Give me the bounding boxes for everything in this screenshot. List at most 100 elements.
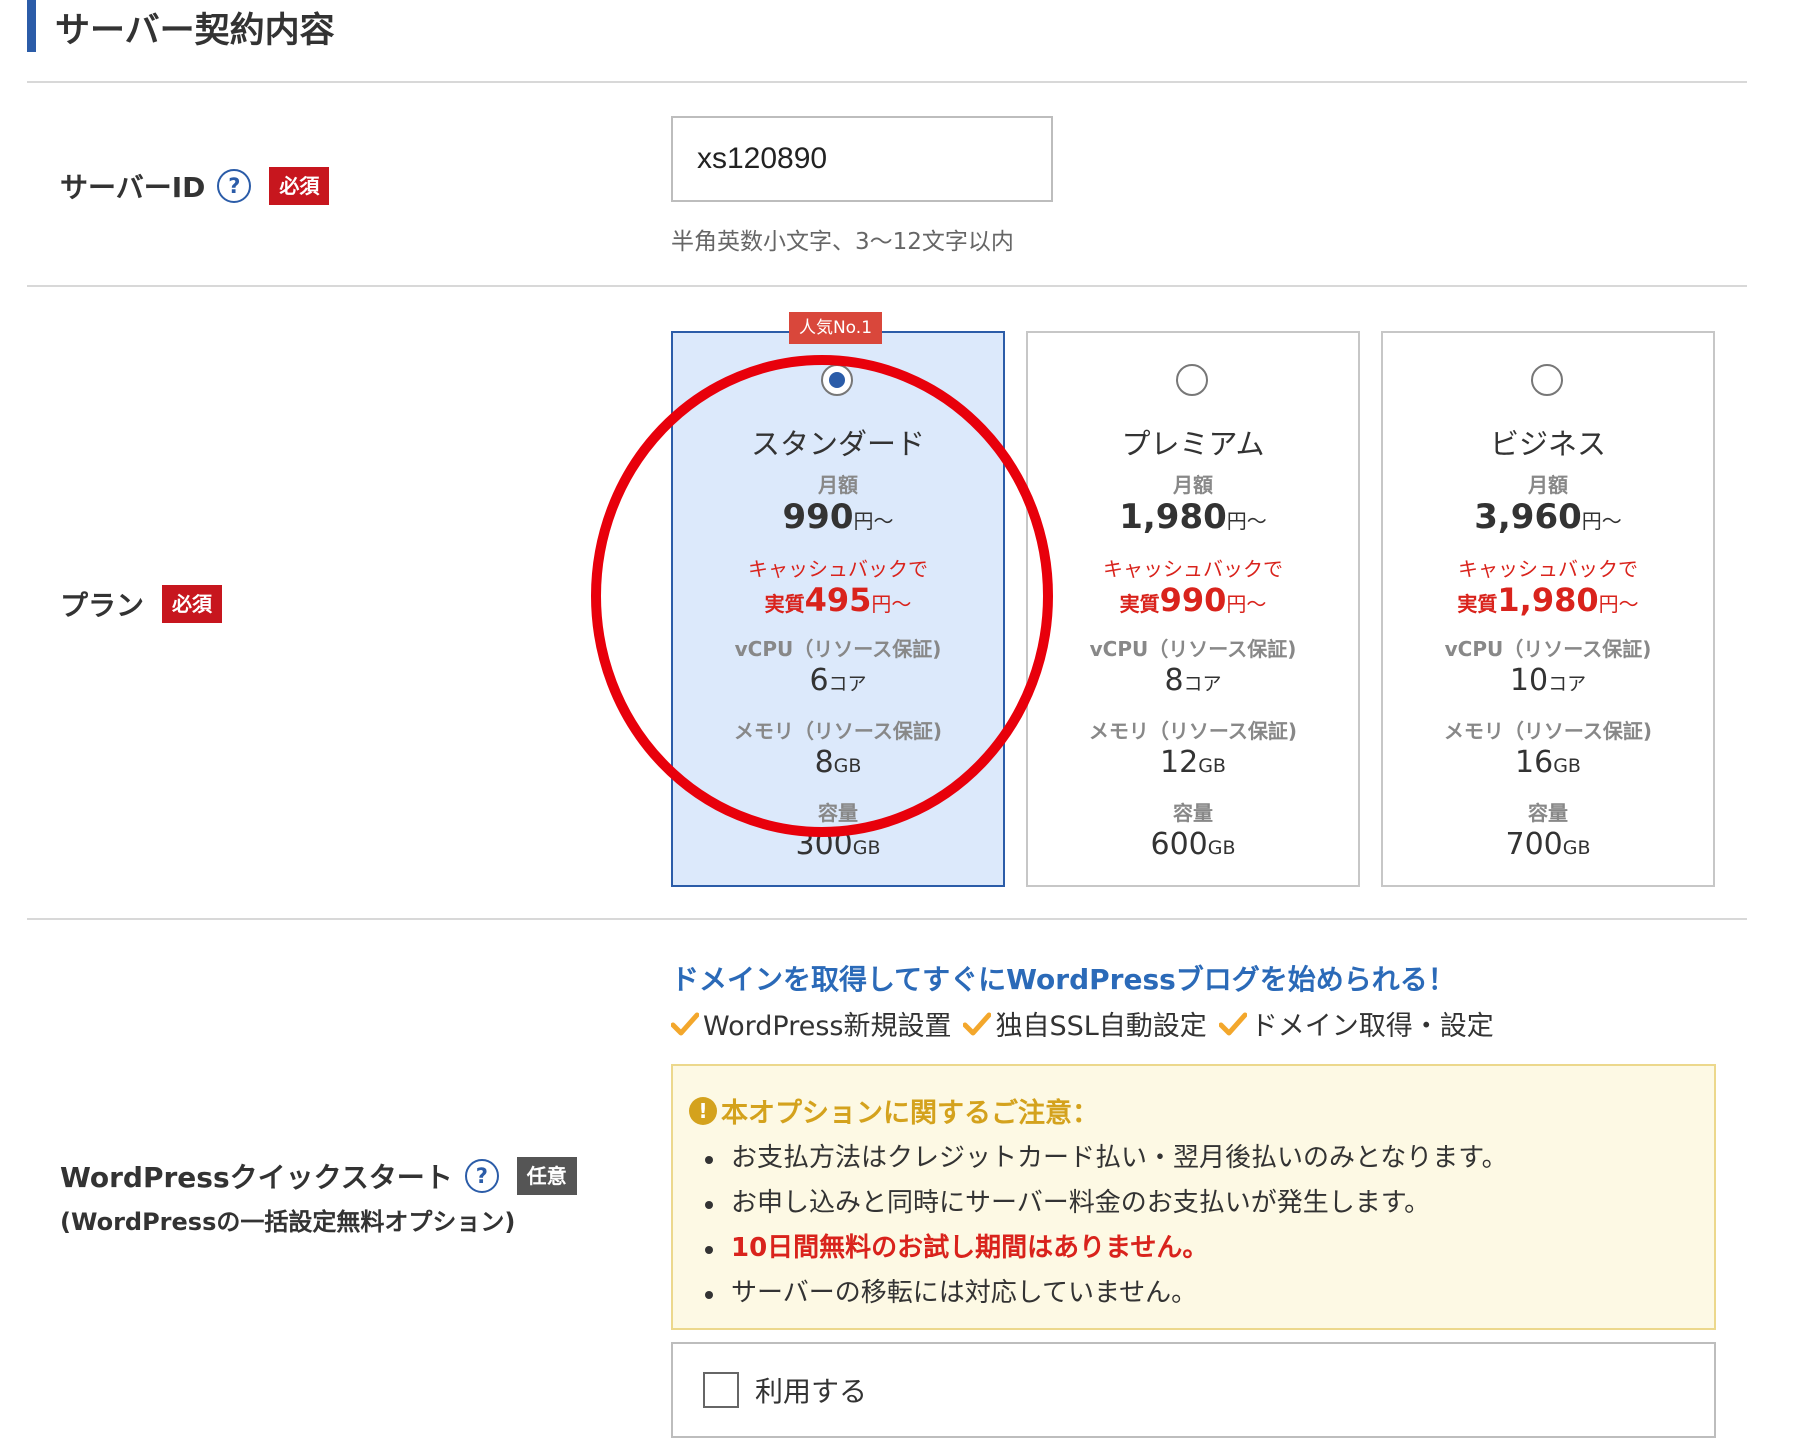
optional-badge: 任意 <box>516 1157 577 1195</box>
memory-number: 16 <box>1515 745 1554 780</box>
plan-name: プレミアム <box>1121 427 1265 461</box>
price-unit: 円〜 <box>1581 509 1622 533</box>
storage-number: 700 <box>1505 827 1563 862</box>
plan-card-premium[interactable]: プレミアム 月額 1,980円〜 キャッシュバックで 実質990円〜 vCPU（… <box>1026 331 1360 887</box>
vcpu-number: 10 <box>1509 663 1549 698</box>
feature-label: ドメイン取得・設定 <box>1250 1011 1494 1042</box>
price: 3,960円〜 <box>1383 497 1713 537</box>
plan-card-standard[interactable]: スタンダード 月額 990円〜 キャッシュバックで 実質495円〜 vCPU（リ… <box>671 331 1005 887</box>
storage-unit: GB <box>852 837 881 859</box>
divider <box>27 81 1747 83</box>
net-price-value: 495 <box>804 581 872 619</box>
memory-label: メモリ（リソース保証) <box>1088 719 1298 743</box>
plan-label-group: プラン 必須 <box>60 584 223 624</box>
section-header: サーバー契約内容 <box>27 0 1747 52</box>
memory-number: 8 <box>814 745 834 780</box>
section-accent-bar <box>27 0 36 52</box>
vcpu-number: 6 <box>809 663 829 698</box>
net-price-unit: 円〜 <box>1226 592 1267 616</box>
vcpu-label: vCPU（リソース保証) <box>734 637 942 661</box>
server-id-input[interactable] <box>673 118 1051 200</box>
net-price: 実質990円〜 <box>1028 581 1358 619</box>
notice-item: お支払方法はクレジットカード払い・翌月後払いのみとなります。 <box>703 1136 1508 1181</box>
wordpress-label: WordPressクイックスタート <box>60 1161 453 1194</box>
server-id-field-wrapper <box>671 116 1053 202</box>
memory-value: 16GB <box>1383 745 1713 780</box>
wordpress-label-group: WordPressクイックスタート ? 任意 <box>60 1156 577 1196</box>
storage-label: 容量 <box>1528 801 1568 825</box>
feature-item: 独自SSL自動設定 <box>963 1004 1207 1043</box>
use-label[interactable]: 利用する <box>755 1370 867 1410</box>
memory-unit: GB <box>1553 755 1581 777</box>
plan-radio-business[interactable] <box>1531 364 1563 396</box>
popular-tag: 人気No.1 <box>789 312 882 344</box>
price-label: 月額 <box>1173 473 1213 497</box>
net-prefix: 実質 <box>1457 592 1498 616</box>
storage-unit: GB <box>1207 837 1236 859</box>
plan-card-business[interactable]: ビジネス 月額 3,960円〜 キャッシュバックで 実質1,980円〜 vCPU… <box>1381 331 1715 887</box>
section-title: サーバー契約内容 <box>55 11 335 51</box>
net-price: 実質495円〜 <box>673 581 1003 619</box>
divider <box>27 918 1747 920</box>
required-badge: 必須 <box>269 167 330 205</box>
help-icon[interactable]: ? <box>464 1159 499 1193</box>
feature-item: WordPress新規設置 <box>671 1004 951 1043</box>
vcpu-unit: コア <box>1183 673 1222 695</box>
plan-name: ビジネス <box>1489 427 1606 461</box>
memory-unit: GB <box>833 755 862 777</box>
memory-label: メモリ（リソース保証) <box>733 719 943 743</box>
use-checkbox[interactable] <box>703 1372 739 1408</box>
cashback-label: キャッシュバックで <box>1458 557 1638 581</box>
net-price-value: 990 <box>1159 581 1227 619</box>
vcpu-value: 8コア <box>1028 663 1358 698</box>
cashback-label: キャッシュバックで <box>748 557 928 581</box>
memory-value: 12GB <box>1028 745 1358 780</box>
net-price-unit: 円〜 <box>871 592 912 616</box>
warning-icon: ! <box>689 1096 717 1125</box>
required-badge: 必須 <box>162 585 223 623</box>
price: 1,980円〜 <box>1028 497 1358 537</box>
price: 990円〜 <box>673 497 1003 537</box>
vcpu-unit: コア <box>828 673 867 695</box>
storage-value: 700GB <box>1383 827 1713 862</box>
storage-value: 300GB <box>673 827 1003 862</box>
notice-item: お申し込みと同時にサーバー料金のお支払いが発生します。 <box>703 1181 1508 1226</box>
price-label: 月額 <box>818 473 858 497</box>
net-prefix: 実質 <box>1119 592 1160 616</box>
price-label: 月額 <box>1528 473 1568 497</box>
price-value: 3,960 <box>1474 497 1582 537</box>
help-icon[interactable]: ? <box>217 169 252 203</box>
wordpress-sub-label: (WordPressの一括設定無料オプション) <box>60 1208 516 1236</box>
storage-number: 300 <box>795 827 853 862</box>
vcpu-value: 6コア <box>673 663 1003 698</box>
server-id-label-group: サーバーID ? 必須 <box>60 166 330 206</box>
storage-label: 容量 <box>1173 801 1213 825</box>
plan-radio-standard[interactable] <box>821 364 853 396</box>
price-unit: 円〜 <box>1226 509 1267 533</box>
notice-item: サーバーの移転には対応していません。 <box>703 1271 1508 1316</box>
net-prefix: 実質 <box>764 592 805 616</box>
vcpu-number: 8 <box>1164 663 1184 698</box>
memory-value: 8GB <box>673 745 1003 780</box>
plan-name: スタンダード <box>750 427 925 461</box>
notice-title-group: ! 本オプションに関するご注意： <box>689 1091 1099 1130</box>
notice-list: お支払方法はクレジットカード払い・翌月後払いのみとなります。 お申し込みと同時に… <box>703 1136 1508 1316</box>
memory-label: メモリ（リソース保証) <box>1443 719 1653 743</box>
storage-number: 600 <box>1150 827 1208 862</box>
storage-label: 容量 <box>818 801 858 825</box>
check-icon <box>671 1012 699 1035</box>
notice-item-warning: 10日間無料のお試し期間はありません。 <box>703 1226 1508 1271</box>
plan-radio-premium[interactable] <box>1176 364 1208 396</box>
price-value: 990 <box>782 497 854 537</box>
divider <box>27 285 1747 287</box>
net-price-unit: 円〜 <box>1598 592 1639 616</box>
vcpu-unit: コア <box>1548 673 1587 695</box>
memory-unit: GB <box>1198 755 1226 777</box>
feature-item: ドメイン取得・設定 <box>1218 1004 1494 1043</box>
use-option[interactable]: 利用する <box>671 1342 1716 1438</box>
net-price-value: 1,980 <box>1497 581 1599 619</box>
price-value: 1,980 <box>1119 497 1227 537</box>
check-icon <box>1218 1012 1247 1035</box>
storage-value: 600GB <box>1028 827 1358 862</box>
feature-label: 独自SSL自動設定 <box>995 1011 1207 1042</box>
